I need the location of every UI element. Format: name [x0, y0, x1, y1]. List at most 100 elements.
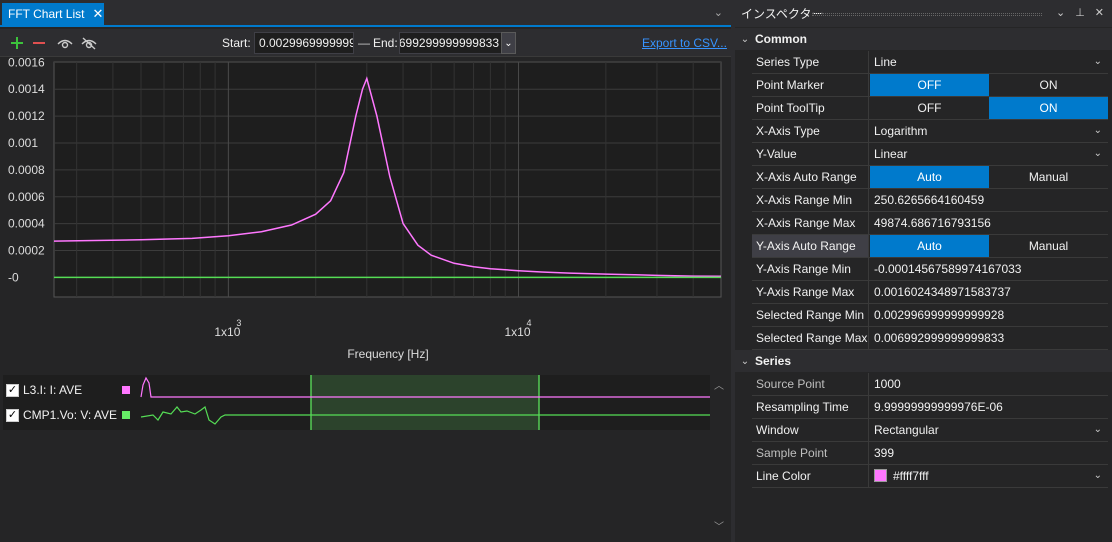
- property-value-text: Rectangular: [874, 423, 939, 437]
- property-name: X-Axis Auto Range: [752, 166, 869, 188]
- property-dropdown[interactable]: Logarithm ⌄: [870, 120, 1108, 142]
- show-icon[interactable]: [56, 34, 74, 52]
- toggle-option-off[interactable]: OFF: [870, 74, 989, 96]
- property-dropdown[interactable]: Linear ⌄: [870, 143, 1108, 165]
- property-value[interactable]: 9.99999999999976E-06: [870, 396, 1108, 418]
- export-csv-link[interactable]: Export to CSV...: [642, 36, 727, 50]
- property-value[interactable]: 250.6265664160459: [870, 189, 1108, 211]
- property-value-text: 0.006992999999999833: [874, 331, 1005, 345]
- property-name: Line Color: [752, 465, 869, 487]
- color-picker[interactable]: #ffff7fff ⌄: [870, 465, 1108, 487]
- property-value-text: 0.002996999999999928: [874, 308, 1005, 322]
- category-label: Series: [755, 354, 792, 368]
- property-name: Source Point: [752, 373, 869, 395]
- series-checkbox[interactable]: ✓: [6, 383, 19, 397]
- selected-range-region: [311, 375, 539, 430]
- property-name: Point ToolTip: [752, 97, 869, 119]
- toggle-option-auto[interactable]: Auto: [870, 166, 989, 188]
- plot-background: [53, 61, 722, 298]
- end-input[interactable]: 0.00699299999999833: [399, 32, 502, 54]
- category-label: Common: [755, 32, 807, 46]
- property-value[interactable]: 0.006992999999999833: [870, 327, 1108, 349]
- chevron-down-icon: ⌄: [740, 355, 750, 367]
- series-item-l3i[interactable]: ✓ L3.I: I: AVE: [6, 379, 82, 401]
- remove-icon[interactable]: [30, 34, 48, 52]
- fft-chart-list-panel: FFT Chart List ✕ ⌄ Start: 0.002996999999…: [0, 0, 731, 542]
- property-value[interactable]: 0.0016024348971583737: [870, 281, 1108, 303]
- series-item-cmp1vo[interactable]: ✓ CMP1.Vo: V: AVE: [6, 404, 117, 426]
- y-tick-label: 0.0014: [8, 82, 45, 96]
- property-name: Resampling Time: [752, 396, 869, 418]
- property-dropdown[interactable]: Rectangular ⌄: [870, 419, 1108, 441]
- y-tick-label: 0.0002: [8, 244, 45, 258]
- property-value-text: Linear: [874, 147, 908, 161]
- toggle-group: OFF ON: [870, 97, 1108, 119]
- tab-label: FFT Chart List: [8, 7, 85, 21]
- start-label: Start:: [222, 36, 251, 50]
- property-row: Selected Range Min 0.002996999999999928: [752, 304, 1108, 327]
- toggle-option-on[interactable]: ON: [989, 74, 1108, 96]
- chevron-down-icon: ⌄: [1093, 125, 1102, 136]
- property-name: Selected Range Min: [752, 304, 869, 326]
- property-name: X-Axis Range Min: [752, 189, 869, 211]
- property-value-text: -0.00014567589974167033: [874, 262, 1022, 276]
- close-icon[interactable]: ✕: [92, 6, 103, 22]
- category-common[interactable]: ⌄ Common: [735, 28, 1112, 50]
- category-series[interactable]: ⌄ Series: [735, 350, 1112, 372]
- property-name: Series Type: [752, 51, 869, 73]
- vertical-scrollbar[interactable]: ︿ ﹀: [711, 375, 729, 535]
- drag-handle[interactable]: [812, 13, 1042, 16]
- property-value-text: 250.6265664160459: [874, 193, 985, 207]
- property-name: X-Axis Range Max: [752, 212, 869, 234]
- document-tab-bar: FFT Chart List ✕ ⌄: [0, 0, 731, 27]
- scroll-up-icon[interactable]: ︿: [714, 377, 724, 392]
- y-tick-label: 0.0012: [8, 109, 45, 123]
- tab-fft-chart-list[interactable]: FFT Chart List ✕: [2, 3, 104, 25]
- fft-chart[interactable]: 0.0016 0.0014 0.0012 0.001 0.0008 0.0006 0.000…: [0, 58, 731, 370]
- property-name: Y-Axis Range Min: [752, 258, 869, 280]
- property-dropdown[interactable]: Line ⌄: [870, 51, 1108, 73]
- property-row: Point ToolTip OFF ON: [752, 97, 1108, 120]
- toggle-option-manual[interactable]: Manual: [989, 235, 1108, 257]
- property-value-text: Line: [874, 55, 897, 69]
- toggle-option-off[interactable]: OFF: [870, 97, 989, 119]
- series-label: CMP1.Vo: V: AVE: [23, 408, 118, 422]
- series-overview[interactable]: ✓ L3.I: I: AVE ✓ CMP1.Vo: V: AVE: [3, 375, 710, 430]
- pin-icon[interactable]: ⊥: [1075, 6, 1085, 19]
- property-name: Y-Value: [752, 143, 869, 165]
- y-tick-label: 0.0004: [8, 217, 45, 231]
- toggle-option-manual[interactable]: Manual: [989, 166, 1108, 188]
- scroll-down-icon[interactable]: ﹀: [714, 518, 724, 533]
- toggle-option-auto[interactable]: Auto: [870, 235, 989, 257]
- property-value[interactable]: 49874.686716793156: [870, 212, 1108, 234]
- chevron-down-icon: ⌄: [1093, 148, 1102, 159]
- property-row: Series Type Line ⌄: [752, 51, 1108, 74]
- property-row: X-Axis Type Logarithm ⌄: [752, 120, 1108, 143]
- hide-icon[interactable]: [80, 34, 98, 52]
- start-input[interactable]: 0.0029969999999: [254, 32, 354, 54]
- property-name: Window: [752, 419, 869, 441]
- x-tick-exponent: 3: [236, 318, 241, 328]
- y-tick-label: 0.0008: [8, 163, 45, 177]
- toggle-group: OFF ON: [870, 74, 1108, 96]
- chevron-down-icon: ⌄: [504, 37, 513, 49]
- property-value[interactable]: -0.00014567589974167033: [870, 258, 1108, 280]
- chevron-down-icon[interactable]: ⌄: [1056, 6, 1065, 19]
- property-row: Point Marker OFF ON: [752, 74, 1108, 97]
- chevron-down-icon: ⌄: [1093, 56, 1102, 67]
- toggle-group: Auto Manual: [870, 166, 1108, 188]
- property-value[interactable]: 0.002996999999999928: [870, 304, 1108, 326]
- series-checkbox[interactable]: ✓: [6, 408, 19, 422]
- end-dropdown-button[interactable]: ⌄: [501, 32, 516, 54]
- series-color-swatch: [122, 386, 130, 394]
- y-tick-label: 0.0016: [8, 58, 45, 69]
- property-value-text: #ffff7fff: [893, 469, 929, 483]
- close-icon[interactable]: ✕: [1095, 6, 1104, 19]
- property-value-text: 49874.686716793156: [874, 216, 991, 230]
- add-icon[interactable]: [8, 34, 26, 52]
- property-row: X-Axis Range Max 49874.686716793156: [752, 212, 1108, 235]
- inspector-panel: インスペクター ⌄ ⊥ ✕ ⌄ Common Series Type Line ⌄ Poi…: [735, 0, 1112, 542]
- y-tick-label: 0.001: [8, 136, 38, 150]
- toggle-option-on[interactable]: ON: [989, 97, 1108, 119]
- chevron-down-icon[interactable]: ⌄: [714, 6, 723, 19]
